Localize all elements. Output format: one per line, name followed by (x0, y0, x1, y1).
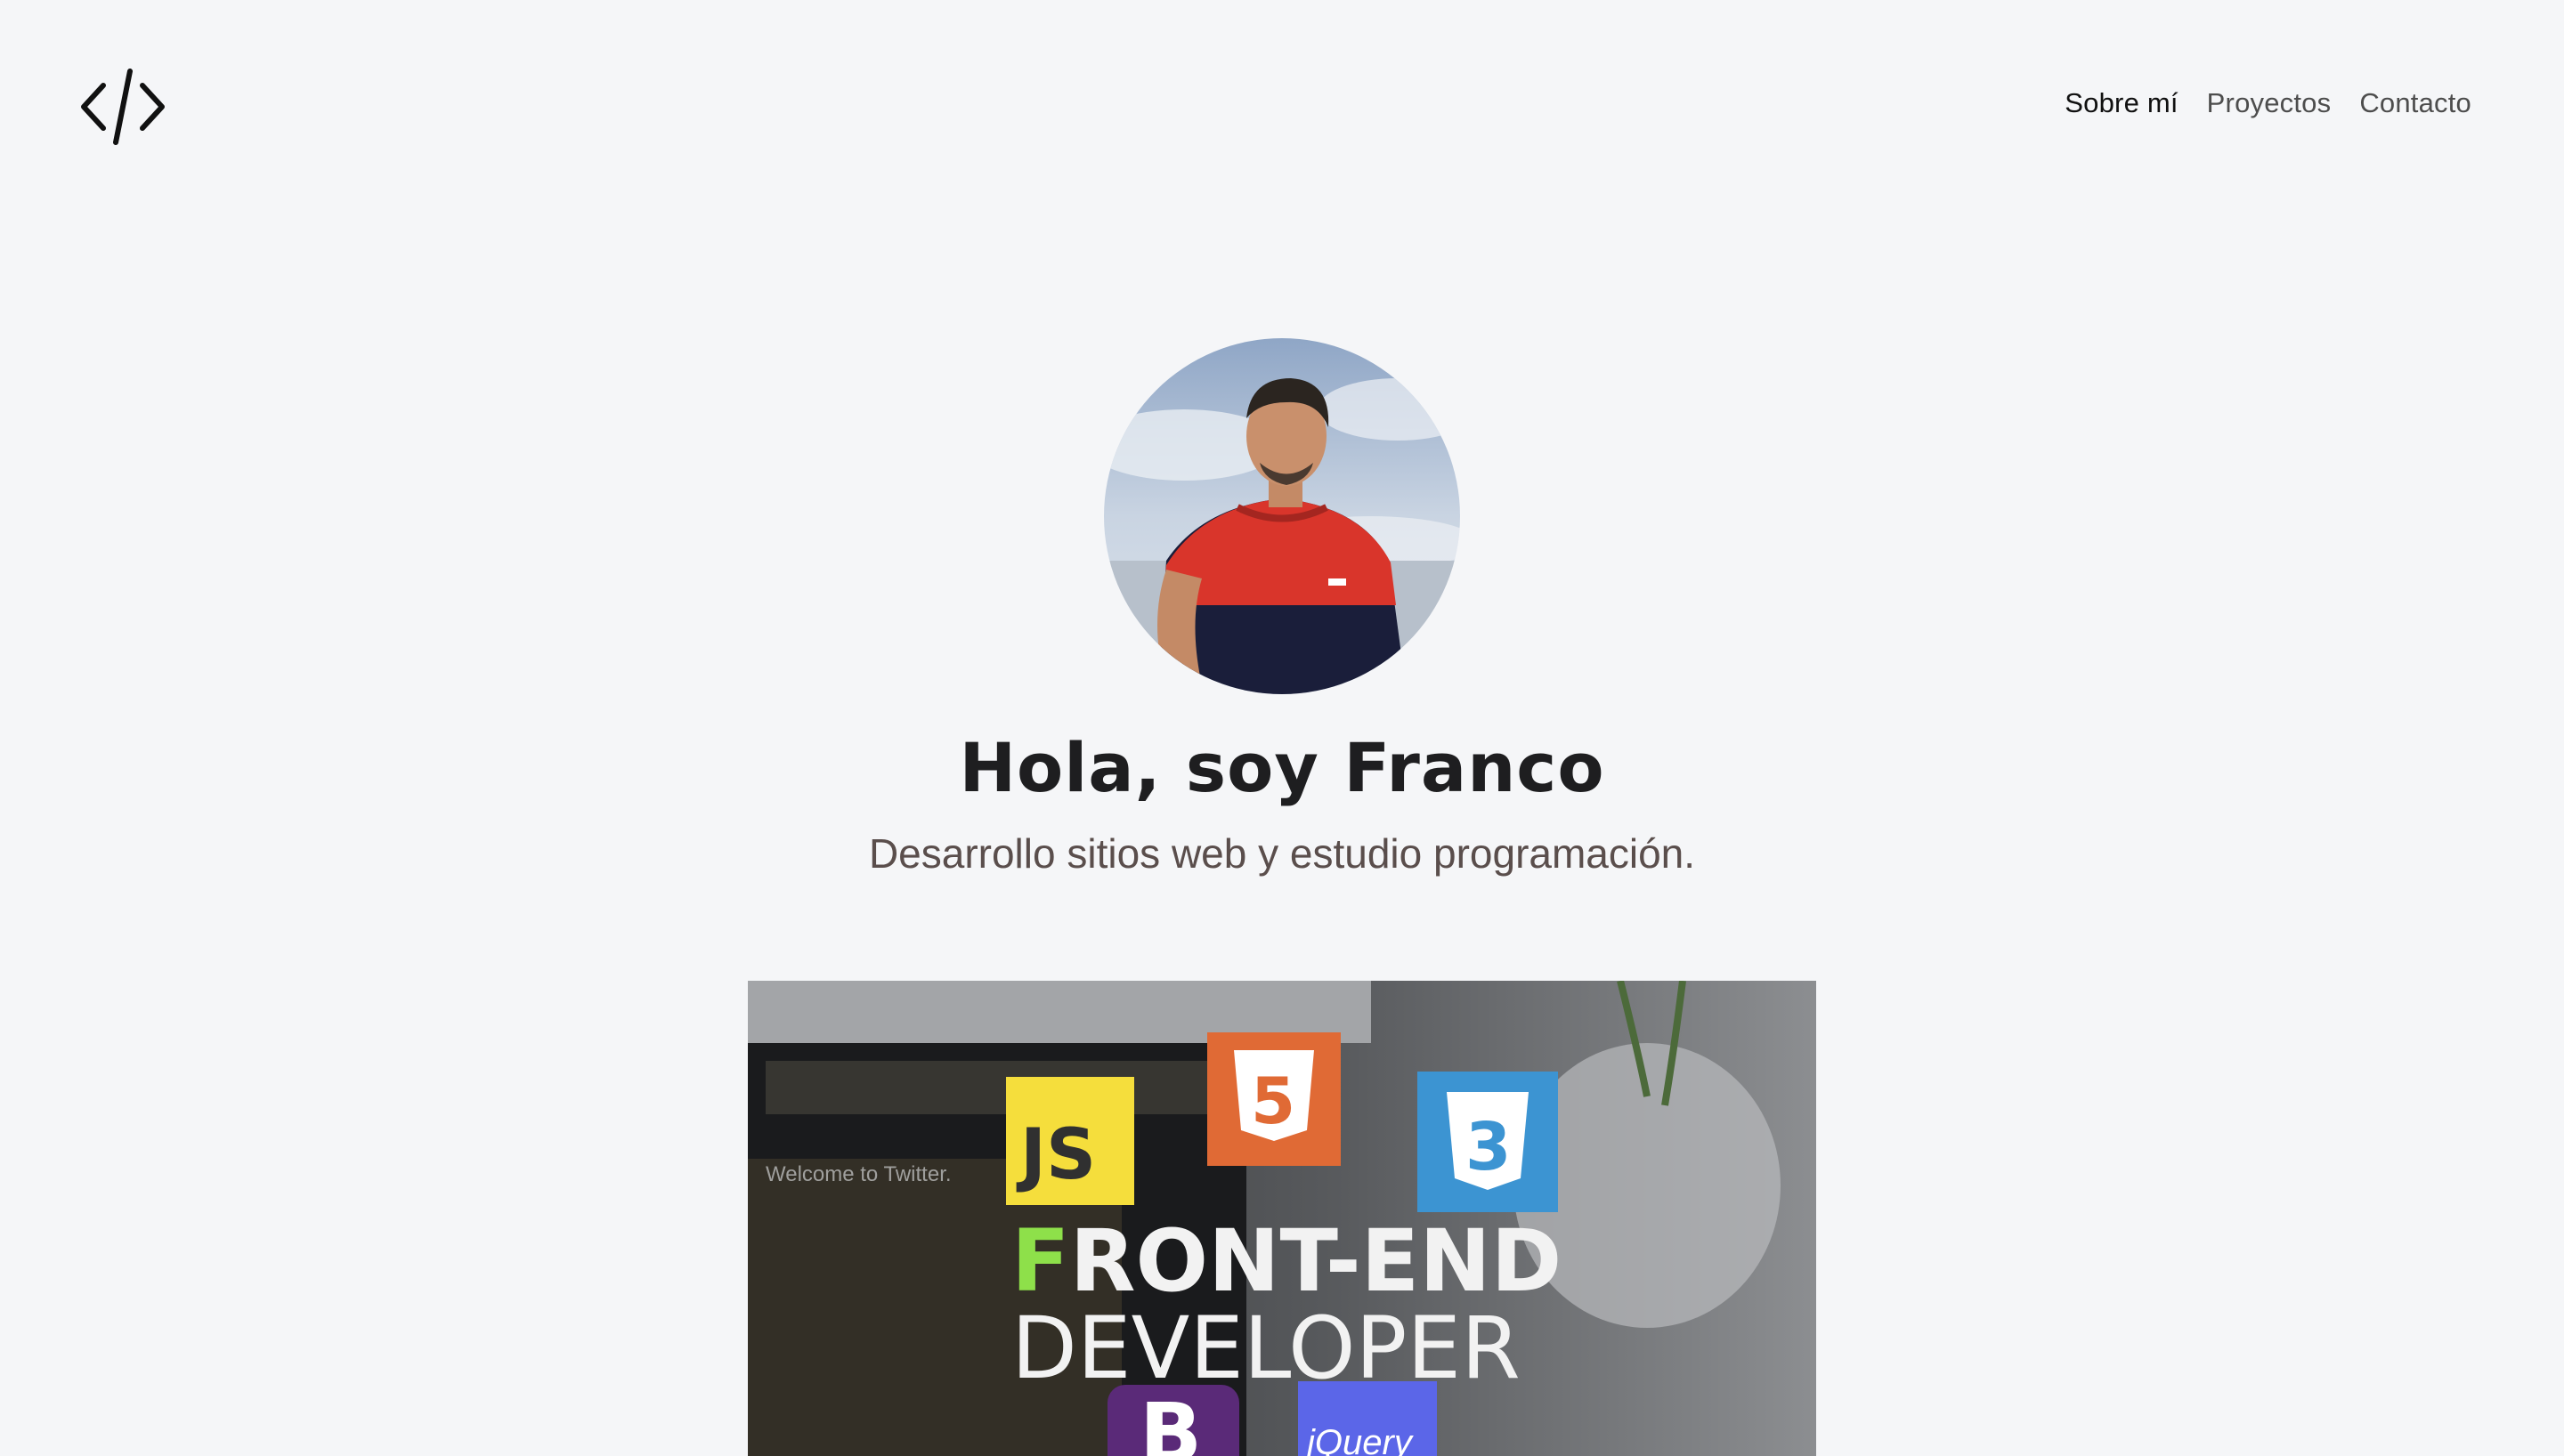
project-banner-image: Welcome to Twitter. JS 5 3 FRONT-END DEV… (748, 981, 1816, 1456)
headline-developer: DEVELOPER (1011, 1298, 1521, 1398)
hero-title: Hola, soy Franco (959, 728, 1605, 807)
avatar (1104, 338, 1460, 694)
bootstrap-badge-label: B (1140, 1386, 1202, 1456)
code-brackets-icon[interactable] (78, 66, 167, 148)
main-nav: Sobre mí Proyectos Contacto (2065, 87, 2471, 119)
css3-badge-label: 3 (1465, 1109, 1512, 1185)
html5-badge-label: 5 (1251, 1064, 1295, 1138)
headline-front-end: FRONT-END (1011, 1211, 1562, 1311)
nav-link-sobre-mi[interactable]: Sobre mí (2065, 87, 2178, 119)
profile-photo (1104, 338, 1460, 694)
nav-link-contacto[interactable]: Contacto (2359, 87, 2471, 119)
nav-link-proyectos[interactable]: Proyectos (2207, 87, 2332, 119)
site-header: Sobre mí Proyectos Contacto (0, 0, 2564, 214)
screen-text: Welcome to Twitter. (766, 1162, 952, 1186)
js-badge-label: JS (1016, 1115, 1096, 1195)
hero-subtitle: Desarrollo sitios web y estudio programa… (868, 830, 1696, 877)
jquery-badge-label: jQuery (1302, 1423, 1415, 1456)
